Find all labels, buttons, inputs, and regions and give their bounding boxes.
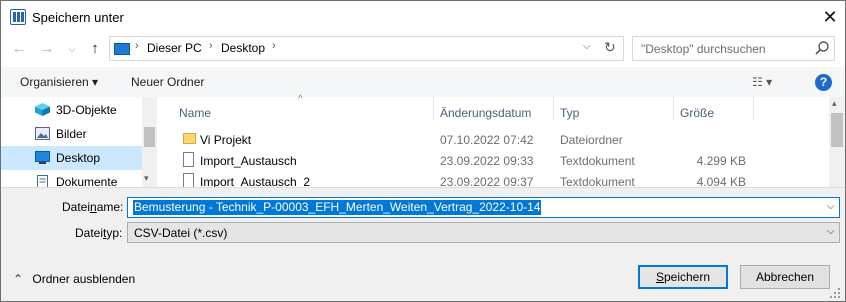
sidebar-item-desktop[interactable]: Desktop bbox=[1, 146, 142, 170]
sidebar-item-label: 3D-Objekte bbox=[56, 103, 117, 117]
column-header-size[interactable]: Größe bbox=[680, 106, 714, 120]
hide-folders-label: Ordner ausblenden bbox=[32, 272, 136, 286]
save-as-dialog: Speichern unter ✕ ← → ⌵ ↑ › Dieser PC › … bbox=[0, 0, 846, 302]
close-button[interactable]: ✕ bbox=[813, 1, 845, 33]
column-header-name[interactable]: Name bbox=[179, 106, 211, 120]
this-pc-icon bbox=[114, 43, 130, 55]
file-date: 07.10.2022 07:42 bbox=[440, 133, 534, 147]
breadcrumb-this-pc[interactable]: Dieser PC bbox=[147, 41, 202, 55]
file-list-scrollbar-thumb[interactable] bbox=[831, 113, 843, 147]
breadcrumb-desktop[interactable]: Desktop bbox=[221, 41, 265, 55]
file-name: Vi Projekt bbox=[200, 133, 252, 147]
help-icon[interactable]: ? bbox=[815, 74, 832, 91]
app-icon bbox=[10, 9, 26, 25]
address-history-chevron-icon[interactable]: ⌵ bbox=[583, 41, 591, 52]
filetype-label: Dateityp: bbox=[75, 226, 123, 240]
up-button[interactable]: ↑ bbox=[84, 39, 106, 59]
file-name: Import_Austausch bbox=[200, 154, 297, 168]
column-divider[interactable] bbox=[753, 97, 754, 121]
sidebar-item-label: Bilder bbox=[56, 127, 87, 141]
search-box[interactable]: "Desktop" durchsuchen bbox=[632, 36, 835, 61]
resize-grip-icon[interactable] bbox=[827, 285, 841, 299]
table-row[interactable]: Import_Austausch 23.09.2022 09:33 Textdo… bbox=[159, 150, 829, 171]
breadcrumb-separator: › bbox=[209, 40, 213, 52]
address-bar[interactable]: › Dieser PC › Desktop › ⌵ ↻ bbox=[109, 36, 624, 61]
sidebar-item-3d-objects[interactable]: 3D-Objekte bbox=[1, 98, 142, 122]
3d-objects-icon bbox=[35, 103, 50, 116]
sort-ascending-icon: ^ bbox=[298, 94, 303, 105]
filename-label: Dateiname: bbox=[62, 200, 124, 214]
search-icon bbox=[815, 41, 829, 55]
filetype-value: CSV-Datei (*.csv) bbox=[134, 226, 228, 240]
pictures-icon bbox=[35, 127, 50, 140]
breadcrumb-separator: › bbox=[135, 40, 139, 52]
navigation-pane: 3D-Objekte Bilder Desktop Dokumente bbox=[1, 97, 157, 189]
filetype-select[interactable]: CSV-Datei (*.csv) ⌵ bbox=[127, 222, 840, 243]
hide-folders-toggle[interactable]: ⌃ Ordner ausblenden bbox=[13, 272, 135, 286]
back-button[interactable]: ← bbox=[8, 39, 30, 59]
file-type: Dateiordner bbox=[560, 133, 623, 147]
filename-input[interactable]: Bemusterung - Technik_P-00003_EFH_Merten… bbox=[133, 200, 542, 215]
breadcrumb-separator: › bbox=[272, 40, 276, 52]
back-arrow-icon: ← bbox=[11, 40, 27, 57]
sidebar-item-pictures[interactable]: Bilder bbox=[1, 122, 142, 146]
save-button[interactable]: Speichern bbox=[638, 265, 728, 289]
column-divider[interactable] bbox=[673, 97, 674, 121]
cancel-button[interactable]: Abbrechen bbox=[740, 265, 830, 289]
text-file-icon bbox=[183, 152, 194, 167]
text-file-icon bbox=[183, 173, 194, 188]
window-title: Speichern unter bbox=[32, 10, 124, 25]
table-row[interactable]: Vi Projekt 07.10.2022 07:42 Dateiordner bbox=[159, 129, 829, 150]
filename-field[interactable]: Bemusterung - Technik_P-00003_EFH_Merten… bbox=[127, 197, 840, 218]
search-input[interactable]: "Desktop" durchsuchen bbox=[641, 42, 766, 56]
organize-menu[interactable]: Organisieren ▾ bbox=[20, 75, 98, 89]
chevron-down-icon: ⌵ bbox=[827, 226, 835, 237]
scroll-down-icon[interactable]: ▾ bbox=[144, 173, 149, 184]
chevron-up-icon: ⌃ bbox=[13, 272, 24, 286]
refresh-icon[interactable]: ↻ bbox=[604, 39, 616, 56]
title-bar: Speichern unter ✕ bbox=[1, 1, 845, 33]
forward-button[interactable]: → bbox=[36, 39, 58, 59]
column-header-date[interactable]: Änderungsdatum bbox=[440, 106, 531, 120]
file-date: 23.09.2022 09:33 bbox=[440, 154, 534, 168]
file-size: 4.299 KB bbox=[696, 154, 746, 168]
sidebar-item-label: Desktop bbox=[56, 151, 101, 165]
file-list: ^ Name Änderungsdatum Typ Größe Vi Proje… bbox=[159, 94, 829, 189]
recent-locations-button[interactable]: ⌵ bbox=[61, 39, 83, 59]
file-type: Textdokument bbox=[560, 154, 635, 168]
command-toolbar: Organisieren ▾ Neuer Ordner ☷ ▾ ? bbox=[1, 67, 845, 97]
column-divider[interactable] bbox=[433, 97, 434, 121]
column-divider[interactable] bbox=[553, 97, 554, 121]
desktop-icon bbox=[35, 151, 50, 164]
column-header-type[interactable]: Typ bbox=[560, 106, 579, 120]
view-options-icon[interactable]: ☷ ▾ bbox=[752, 75, 772, 89]
new-folder-button[interactable]: Neuer Ordner bbox=[131, 75, 204, 89]
navigation-scrollbar-thumb[interactable] bbox=[144, 127, 155, 147]
folder-icon bbox=[183, 133, 196, 144]
chevron-down-icon[interactable]: ⌵ bbox=[827, 201, 835, 212]
forward-arrow-icon: → bbox=[39, 40, 55, 57]
close-icon: ✕ bbox=[822, 7, 838, 27]
up-arrow-icon: ↑ bbox=[91, 40, 99, 57]
scroll-up-icon[interactable]: ▴ bbox=[832, 98, 837, 109]
